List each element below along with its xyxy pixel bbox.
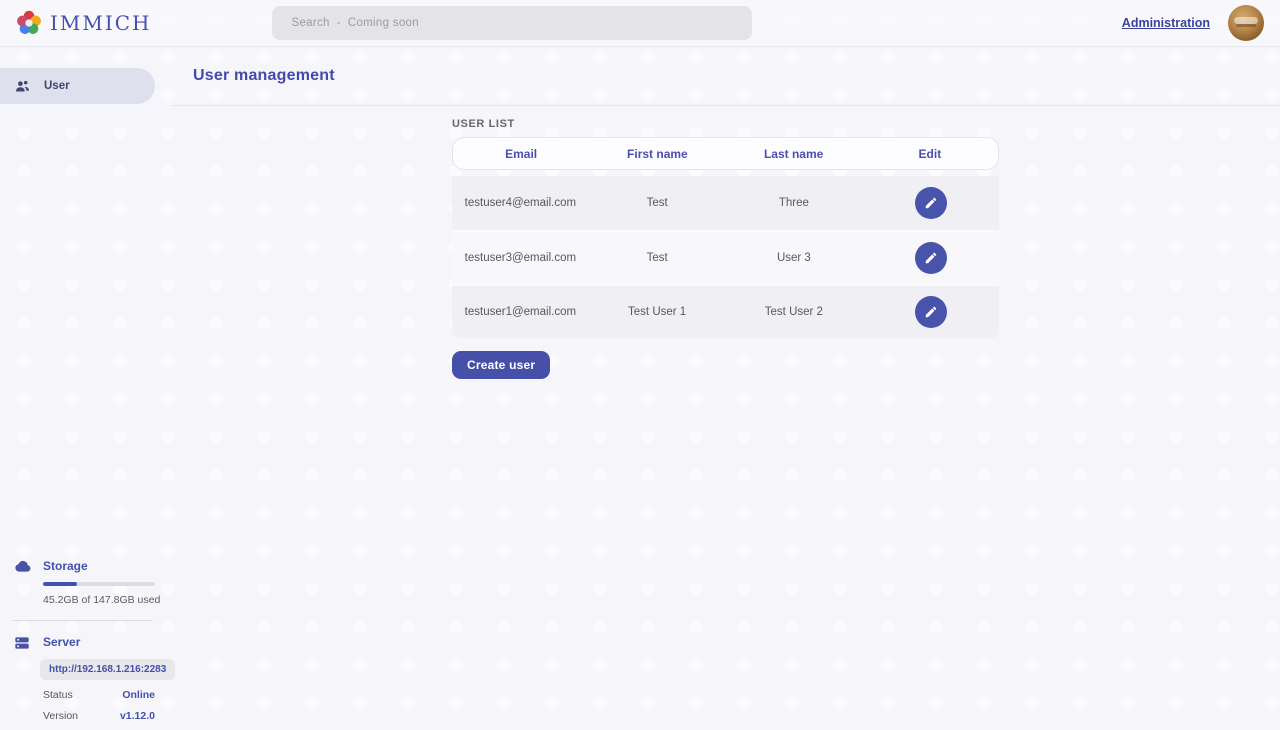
brand-name: IMMICH [50,11,152,35]
cell-email: testuser4@email.com [452,197,589,209]
storage-progress [43,582,155,586]
user-table: Email First name Last name Edit testuser… [452,137,999,338]
server-url-badge[interactable]: http://192.168.1.216:2283 [40,659,175,680]
version-value: v1.12.0 [120,710,155,722]
cell-last-name: Three [726,197,863,209]
search-input[interactable] [292,17,732,29]
cell-last-name: Test User 2 [726,306,863,318]
status-label: Status [43,689,73,701]
table-header-row: Email First name Last name Edit [452,137,999,170]
table-row: testuser3@email.com Test User 3 [452,230,999,284]
table-body: testuser4@email.com Test Three [452,176,999,338]
table-row: testuser4@email.com Test Three [452,176,999,230]
create-user-button[interactable]: Create user [452,351,550,379]
administration-link[interactable]: Administration [1122,16,1210,30]
table-row: testuser1@email.com Test User 1 Test Use… [452,284,999,338]
sidebar: User Storage 45.2GB of 147.8GB used [0,47,171,730]
page-title: User management [193,67,335,85]
search-bar[interactable] [272,6,752,40]
edit-user-button[interactable] [915,187,947,219]
cell-email: testuser1@email.com [452,306,589,318]
cell-first-name: Test User 1 [589,306,726,318]
cell-email: testuser3@email.com [452,252,589,264]
main-content: USER LIST Email First name Last name Edi… [171,106,1280,730]
top-bar: IMMICH Administration [0,0,1280,47]
topbar-right: Administration [1122,5,1264,41]
pencil-icon [924,305,938,319]
storage-usage-text: 45.2GB of 147.8GB used [43,594,171,606]
content-row: User Storage 45.2GB of 147.8GB used [0,47,1280,730]
main-titlebar: User management [171,47,1280,106]
immich-logo[interactable]: IMMICH [16,10,152,36]
users-group-icon [14,78,31,95]
storage-title: Storage [43,559,171,573]
cell-last-name: User 3 [726,252,863,264]
server-section: Server http://192.168.1.216:2283 Status … [0,635,171,722]
header-email: Email [453,147,589,161]
cell-first-name: Test [589,252,726,264]
immich-admin-screen: IMMICH Administration User [0,0,1280,730]
storage-progress-fill [43,582,77,586]
server-status-row: Status Online [43,689,155,701]
status-value: Online [122,689,155,701]
pencil-icon [924,251,938,265]
header-first-name: First name [589,147,725,161]
edit-user-button[interactable] [915,242,947,274]
immich-flower-icon [16,10,42,36]
sidebar-divider [13,620,153,621]
cell-first-name: Test [589,197,726,209]
main-panel: User management USER LIST Email First na… [171,47,1280,730]
server-icon [14,635,30,651]
header-last-name: Last name [726,147,862,161]
server-title: Server [43,635,171,649]
edit-user-button[interactable] [915,296,947,328]
storage-section: Storage 45.2GB of 147.8GB used [0,559,171,606]
sidebar-item-user[interactable]: User [0,68,155,104]
user-avatar[interactable] [1228,5,1264,41]
sidebar-bottom: Storage 45.2GB of 147.8GB used Se [0,559,171,722]
pencil-icon [924,196,938,210]
sidebar-item-label: User [44,80,70,92]
cloud-icon [14,560,32,572]
header-edit: Edit [862,147,998,161]
server-version-row: Version v1.12.0 [43,710,155,722]
user-list-label: USER LIST [452,118,999,130]
version-label: Version [43,710,78,722]
